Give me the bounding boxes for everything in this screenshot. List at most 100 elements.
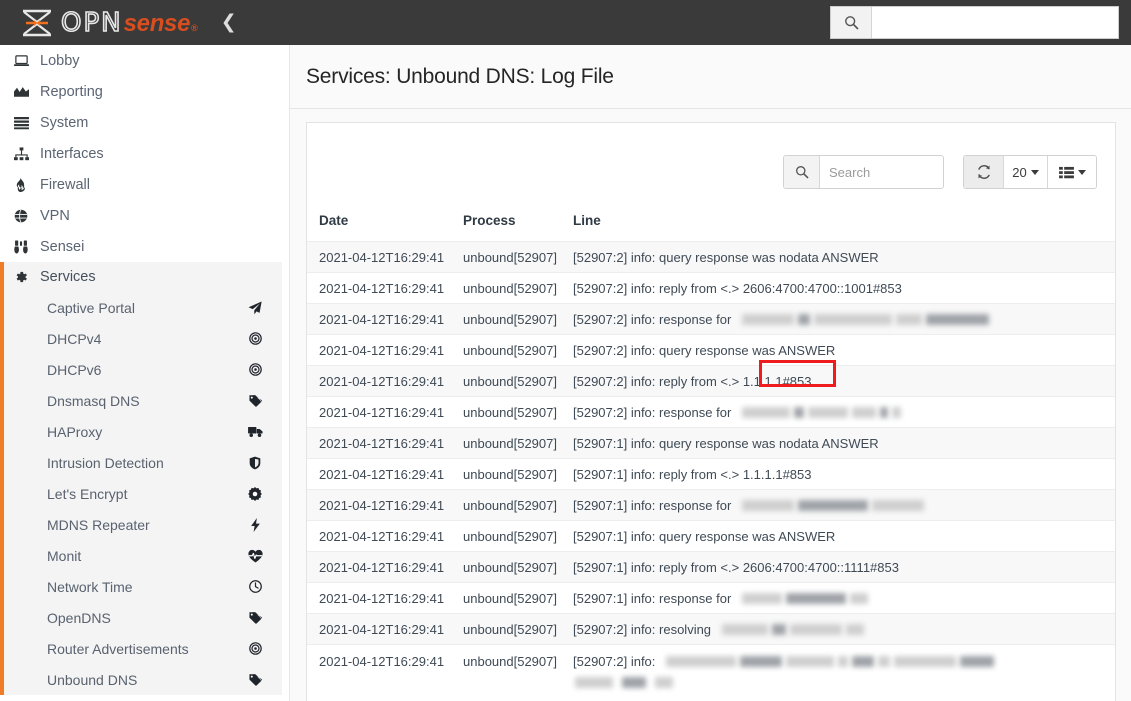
cell-process: unbound[52907] (463, 644, 573, 697)
log-line-text: [52907:2] info: reply from <.> 2606:4700… (573, 280, 902, 296)
sidebar-subitem-dhcpv6[interactable]: DHCPv6 (4, 354, 290, 385)
log-search-box[interactable] (783, 155, 944, 189)
global-search-input[interactable] (872, 7, 1118, 38)
sidebar-subitem-dhcpv4[interactable]: DHCPv4 (4, 323, 290, 354)
sidebar-item-firewall[interactable]: Firewall (0, 169, 290, 200)
cell-date: 2021-04-12T16:29:41 (307, 613, 463, 645)
cell-line: [52907:1] info: query response was ANSWE… (573, 520, 1115, 552)
table-row[interactable]: 2021-04-12T16:29:41 unbound[52907] [52907:… (307, 303, 1115, 335)
chart-area-icon (14, 85, 40, 99)
sidebar-subitem-let-s-encrypt[interactable]: Let's Encrypt (4, 478, 290, 509)
cell-date: 2021-04-12T16:29:41 (307, 334, 463, 366)
sidebar-item-reporting[interactable]: Reporting (0, 76, 290, 107)
redacted-text-block (664, 656, 996, 667)
laptop-icon (14, 54, 40, 68)
column-header-process[interactable]: Process (463, 213, 573, 242)
sidebar-subitem-unbound-dns[interactable]: Unbound DNS (4, 664, 290, 695)
log-line-text: [52907:1] info: response for (573, 497, 732, 513)
sidebar-subitem-label: Network Time (47, 578, 133, 595)
sidebar-subitem-opendns[interactable]: OpenDNS (4, 602, 290, 633)
log-line-text: [52907:2] info: (573, 654, 656, 669)
table-row[interactable]: 2021-04-12T16:29:41 unbound[52907] [52907:… (307, 458, 1115, 490)
column-header-date[interactable]: Date (307, 213, 463, 242)
sidebar-subitem-label: Let's Encrypt (47, 485, 128, 502)
tags-icon (246, 394, 264, 407)
page-size-value: 20 (1012, 164, 1027, 180)
table-row[interactable]: 2021-04-12T16:29:41 unbound[52907] [52907:… (307, 644, 1115, 697)
redacted-segment (880, 406, 889, 418)
redacted-segment (786, 592, 847, 604)
column-header-line[interactable]: Line (573, 213, 1115, 242)
table-row[interactable]: 2021-04-12T16:29:41 unbound[52907] [52907:… (307, 613, 1115, 645)
sidebar-subitem-captive-portal[interactable]: Captive Portal (4, 292, 290, 323)
cell-line: [52907:1] info: reply from <.> 2606:4700… (573, 551, 1115, 583)
fire-icon (14, 177, 40, 192)
cell-date: 2021-04-12T16:29:41 (307, 644, 463, 697)
table-row[interactable]: 2021-04-12T16:29:41 unbound[52907] [52907:… (307, 551, 1115, 583)
table-row[interactable]: 2021-04-12T16:29:41 unbound[52907] [52907:… (307, 241, 1115, 273)
cell-line: [52907:2] info: query response was ANSWE… (573, 334, 1115, 366)
redacted-segment (742, 499, 795, 511)
cell-line: [52907:1] info: response for (573, 489, 1115, 521)
sidebar-subitem-network-time[interactable]: Network Time (4, 571, 290, 602)
gear-icon (14, 270, 40, 284)
chevron-left-icon[interactable]: ❮ (221, 13, 237, 32)
table-row[interactable]: 2021-04-12T16:29:41 unbound[52907] [52907:… (307, 489, 1115, 521)
table-row[interactable]: 2021-04-12T16:29:41 unbound[52907] [52907:… (307, 427, 1115, 459)
sidebar-subitem-dnsmasq-dns[interactable]: Dnsmasq DNS (4, 385, 290, 416)
log-line-text: [52907:1] info: query response was nodat… (573, 435, 879, 451)
cell-date: 2021-04-12T16:29:41 (307, 551, 463, 583)
sidebar-subitem-label: Dnsmasq DNS (47, 392, 140, 409)
redacted-text-block (573, 677, 1115, 688)
sidebar-item-vpn[interactable]: VPN (0, 200, 290, 231)
redacted-text-block (740, 313, 991, 325)
sidebar-item-interfaces[interactable]: Interfaces (0, 138, 290, 169)
sidebar-subitem-label: Monit (47, 547, 82, 564)
sidebar-item-services[interactable]: Services (4, 262, 290, 292)
cell-line: [52907:2] info: reply from <.> 2606:4700… (573, 272, 1115, 304)
sidebar-subitem-monit[interactable]: Monit (4, 540, 290, 571)
sidebar-subitem-mdns-repeater[interactable]: MDNS Repeater (4, 509, 290, 540)
redacted-segment (575, 677, 613, 688)
bolt-icon (246, 517, 264, 532)
table-row[interactable]: 2021-04-12T16:29:41 unbound[52907] [52907:… (307, 396, 1115, 428)
refresh-button[interactable] (964, 156, 1004, 188)
table-row[interactable]: 2021-04-12T16:29:41 unbound[52907] [52907:… (307, 365, 1115, 397)
chevron-down-icon (1077, 169, 1086, 175)
shield-icon (246, 456, 264, 470)
sidebar-subitem-label: Unbound DNS (47, 671, 138, 688)
log-line-text: [52907:2] info: resolving (573, 621, 712, 637)
redacted-segment (926, 313, 990, 325)
redacted-segment (852, 406, 877, 418)
sidebar-item-lobby[interactable]: Lobby (0, 45, 290, 76)
sidebar-services-group: Services Captive Portal DHCPv4 DHCPv6 Dnsma… (0, 262, 290, 695)
sidebar-item-sensei[interactable]: Sensei (0, 231, 290, 262)
truck-icon (246, 425, 264, 438)
sidebar-subitem-router-advertisements[interactable]: Router Advertisements (4, 633, 290, 664)
table-row[interactable]: 2021-04-12T16:29:41 unbound[52907] [52907:… (307, 582, 1115, 614)
page-size-dropdown[interactable]: 20 (1004, 156, 1048, 188)
column-chooser-dropdown[interactable] (1048, 156, 1096, 188)
sidebar-subitem-intrusion-detection[interactable]: Intrusion Detection (4, 447, 290, 478)
columns-list-icon (1058, 166, 1074, 178)
redacted-segment (742, 313, 795, 325)
global-search-box[interactable] (830, 6, 1119, 39)
sidebar-item-system[interactable]: System (0, 107, 290, 138)
cell-line: [52907:2] info: response for (573, 303, 1115, 335)
clock-icon (246, 580, 264, 593)
sidebar-subitem-label: MDNS Repeater (47, 516, 150, 533)
table-row[interactable]: 2021-04-12T16:29:41 unbound[52907] [52907:… (307, 272, 1115, 304)
logo-registered-mark: ® (191, 22, 199, 33)
sidebar-subitem-haproxy[interactable]: HAProxy (4, 416, 290, 447)
redacted-segment (850, 592, 869, 604)
table-row[interactable]: 2021-04-12T16:29:41 unbound[52907] [52907:… (307, 520, 1115, 552)
heartbeat-icon (246, 549, 264, 563)
opnsense-logo[interactable]: OPN sense ® (20, 0, 199, 45)
sidebar-subitem-label: OpenDNS (47, 609, 111, 626)
log-search-input[interactable] (820, 156, 943, 188)
table-row[interactable]: 2021-04-12T16:29:41 unbound[52907] [52907:… (307, 334, 1115, 366)
cell-date: 2021-04-12T16:29:41 (307, 241, 463, 273)
redacted-segment (666, 656, 737, 667)
sidebar-subitem-label: HAProxy (47, 423, 103, 440)
binoculars-icon (14, 240, 40, 254)
